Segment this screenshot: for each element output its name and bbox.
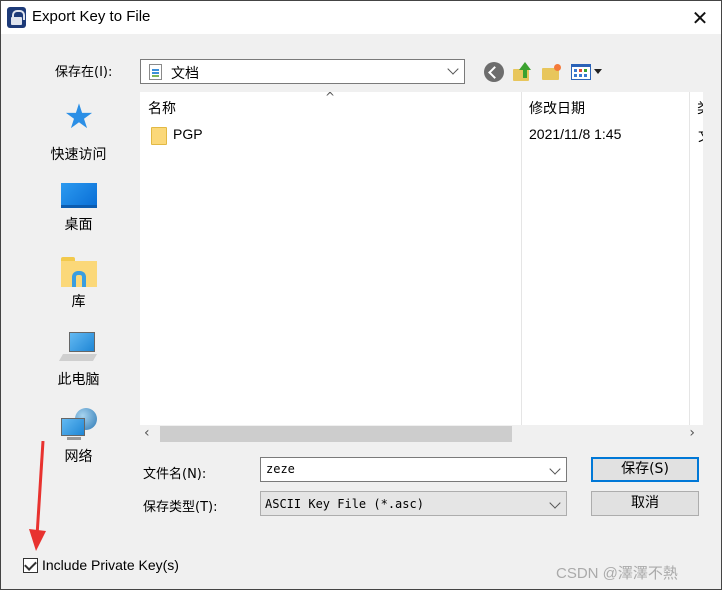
file-type: 文 [698, 126, 703, 146]
new-folder-icon[interactable] [542, 62, 562, 82]
documents-icon [149, 64, 162, 80]
chevron-down-icon[interactable] [448, 64, 458, 74]
filename-input[interactable]: zeze [260, 457, 567, 482]
file-name: PGP [173, 126, 203, 142]
watermark: CSDN @澤澤不熱 [556, 565, 678, 582]
this-pc-icon [58, 332, 98, 366]
place-label: 库 [71, 294, 86, 310]
network-icon [61, 408, 97, 442]
save-in-combo[interactable]: 文档 [140, 59, 465, 84]
view-menu-dropdown-icon[interactable] [594, 69, 602, 74]
scroll-right-icon[interactable]: › [689, 425, 695, 441]
window-title: Export Key to File [32, 8, 151, 25]
save-in-label: 保存在(I): [55, 65, 113, 80]
file-modified: 2021/11/8 1:45 [529, 126, 622, 142]
lock-icon [7, 7, 26, 28]
up-folder-icon[interactable] [513, 62, 533, 82]
desktop-icon [61, 178, 97, 212]
sort-ascending-icon: ^ [325, 90, 336, 104]
column-header-type[interactable]: 类 [697, 98, 703, 118]
save-button[interactable]: 保存(S) [591, 457, 699, 482]
filetype-value: ASCII Key File (*.asc) [265, 497, 424, 511]
horizontal-scrollbar[interactable]: ‹ › [140, 425, 703, 443]
include-private-key-checkbox[interactable] [23, 558, 38, 573]
chevron-down-icon[interactable] [550, 464, 560, 474]
export-key-dialog: Export Key to File ✕ 保存在(I): 文档 ★ 快速访问 桌… [0, 0, 722, 590]
library-icon [61, 255, 97, 289]
column-header-name[interactable]: 名称 [148, 98, 176, 118]
place-label: 快速访问 [50, 147, 107, 163]
filetype-select[interactable]: ASCII Key File (*.asc) [260, 491, 567, 516]
back-icon[interactable] [484, 62, 504, 82]
filetype-label: 保存类型(T): [143, 500, 218, 515]
file-row[interactable]: PGP 2021/11/8 1:45 文 [140, 124, 703, 146]
red-annotation-arrow [29, 441, 46, 551]
place-label: 此电脑 [57, 372, 100, 388]
filename-label: 文件名(N): [143, 467, 207, 482]
cancel-button[interactable]: 取消 [591, 491, 699, 516]
quick-access-star-icon: ★ [63, 97, 95, 137]
folder-icon [151, 127, 167, 145]
include-private-key-label[interactable]: Include Private Key(s) [42, 557, 179, 573]
place-label: 桌面 [64, 217, 93, 233]
close-button[interactable]: ✕ [689, 7, 711, 29]
save-in-value: 文档 [171, 66, 199, 82]
column-header-modified[interactable]: 修改日期 [529, 98, 585, 118]
view-menu-icon[interactable] [571, 64, 591, 80]
scroll-left-icon[interactable]: ‹ [144, 425, 150, 441]
title-bar: Export Key to File ✕ [1, 1, 721, 34]
file-list[interactable]: 名称 ^ 修改日期 类 PGP 2021/11/8 1:45 文 [140, 90, 703, 425]
chevron-down-icon[interactable] [550, 498, 560, 508]
filename-value: zeze [266, 462, 295, 476]
scroll-thumb[interactable] [160, 426, 512, 442]
